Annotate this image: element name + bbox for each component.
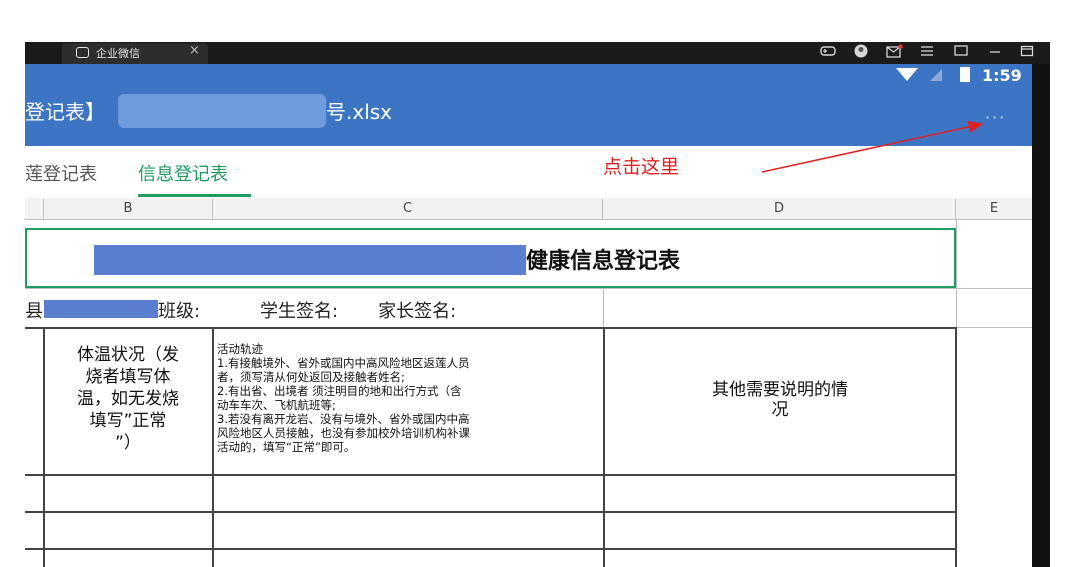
redacted-region: [44, 300, 158, 318]
file-title: 登记表】: [25, 100, 105, 124]
cell-line: 烧者填写体: [85, 367, 171, 387]
active-tab-indicator: [138, 194, 251, 197]
sheet-title: 健康信息登记表: [526, 249, 681, 274]
table-border: [212, 327, 214, 567]
redacted-region: [94, 245, 526, 275]
school-prefix: 县: [25, 301, 43, 322]
battery-icon: [960, 67, 970, 82]
maximize-icon[interactable]: [1020, 44, 1034, 63]
cell-line: 填写”正常: [89, 411, 167, 431]
mail-icon[interactable]: [886, 44, 903, 63]
cell-line: 温，如无发烧: [77, 389, 179, 409]
sheet-tab-registration[interactable]: 莲登记表: [25, 160, 97, 186]
annotation-label: 点击这里: [603, 156, 680, 178]
screen-share-icon[interactable]: [954, 44, 968, 63]
more-options-button[interactable]: ···: [985, 108, 1006, 127]
redacted-region: [118, 94, 326, 128]
gamepad-icon[interactable]: [820, 44, 836, 63]
status-time: 1:59: [982, 66, 1022, 85]
column-header-d[interactable]: D: [603, 199, 956, 219]
cell-line: 者，须写清从何处返回及接触者姓名;: [217, 370, 405, 384]
cell-line: 2.有出省、出境者 须注明目的地和出行方式（含: [217, 384, 462, 398]
column-header-a[interactable]: [25, 199, 44, 219]
wifi-icon: [896, 68, 918, 81]
tab-title: 企业微信: [96, 47, 140, 60]
column-header-b[interactable]: B: [44, 199, 213, 219]
menu-icon[interactable]: [920, 44, 934, 63]
class-label: 班级:: [158, 301, 201, 322]
table-border: [25, 548, 956, 550]
table-border: [25, 511, 956, 513]
cell-line: 风险地区人员接触，也没有参加校外培训机构补课: [217, 426, 470, 440]
column-header-e[interactable]: E: [956, 199, 1032, 219]
tab-close-icon[interactable]: ×: [189, 43, 200, 58]
cell-temperature-header[interactable]: 体温状况（发 烧者填写体 温，如无发烧 填写”正常 ”）: [44, 344, 212, 454]
cell-line: 动车车次、飞机航班等;: [217, 398, 336, 412]
table-border: [603, 327, 605, 567]
grid-line: [603, 288, 604, 328]
cell-line: 况: [771, 400, 789, 420]
cell-line: ”）: [115, 433, 141, 453]
cell-line: 活动轨迹: [217, 342, 263, 356]
cell-other-notes-header[interactable]: 其他需要说明的情 况: [604, 380, 956, 420]
column-header-c[interactable]: C: [213, 199, 603, 219]
cell-activity-track-header[interactable]: 活动轨迹 1.有接触境外、省外或国内中高风险地区返莲人员 者，须写清从何处返回及…: [217, 342, 599, 454]
cell-line: 3.若没有离开龙岩、没有与境外、省外或国内中高: [217, 412, 470, 426]
cell-line: 其他需要说明的情: [712, 380, 848, 400]
cell-line: 体温状况（发: [77, 345, 179, 365]
table-border: [25, 327, 956, 329]
sheet-tab-info-registration[interactable]: 信息登记表: [138, 160, 228, 186]
table-border: [955, 327, 957, 567]
right-edge-strip: [1032, 64, 1050, 567]
cell-line: 活动的，填写“正常”即可。: [217, 440, 356, 454]
minimize-icon[interactable]: [988, 44, 1002, 63]
file-title-suffix: 号.xlsx: [326, 100, 393, 124]
table-border: [25, 474, 956, 476]
cell-line: 1.有接触境外、省外或国内中高风险地区返莲人员: [217, 356, 470, 370]
avatar-icon[interactable]: [854, 44, 868, 63]
grid-line: [25, 288, 1032, 289]
signature-labels: 学生签名: 家长签名:: [260, 301, 457, 322]
wecom-app-icon: [76, 47, 89, 58]
